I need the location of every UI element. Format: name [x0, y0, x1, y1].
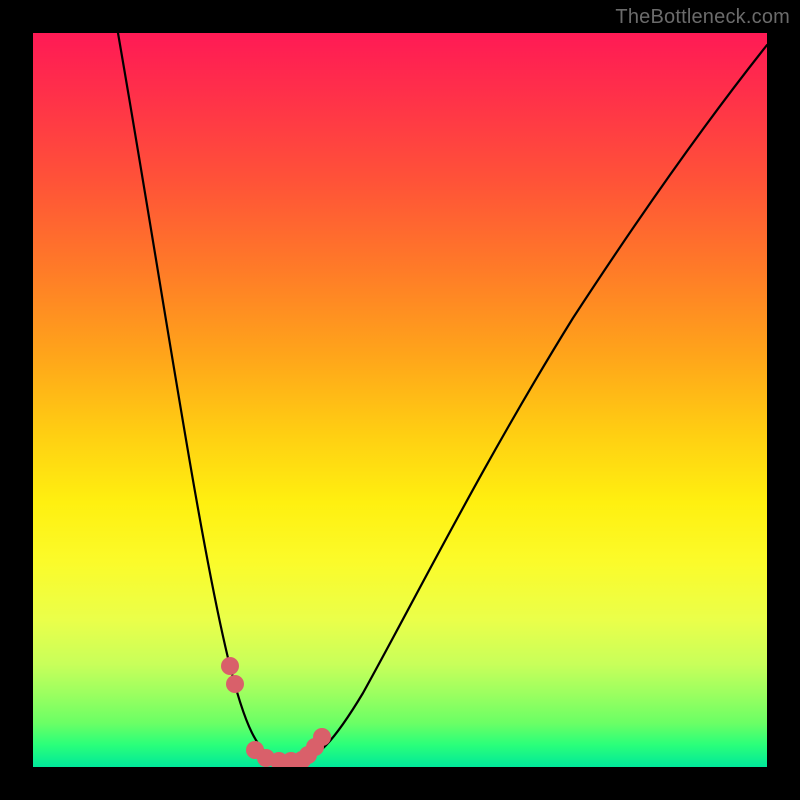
data-point	[221, 657, 239, 675]
dot-group	[221, 657, 331, 767]
data-point	[226, 675, 244, 693]
plot-area	[33, 33, 767, 767]
data-point	[313, 728, 331, 746]
watermark-text: TheBottleneck.com	[615, 6, 790, 29]
chart-frame: TheBottleneck.com	[0, 0, 800, 800]
curve-layer	[33, 33, 767, 767]
bottleneck-curve	[118, 33, 767, 761]
